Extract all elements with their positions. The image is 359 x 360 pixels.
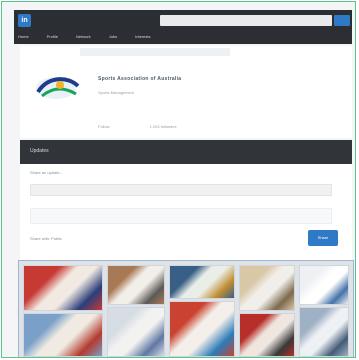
search-button[interactable] xyxy=(334,15,350,26)
nav-link-interests[interactable]: Interests xyxy=(135,34,150,39)
photo-1[interactable] xyxy=(23,265,103,311)
nav-link-jobs[interactable]: Jobs xyxy=(109,34,117,39)
photo-8[interactable] xyxy=(239,313,295,357)
company-profile-card: Sports Association of Australia Sports M… xyxy=(20,46,352,138)
photo-7[interactable] xyxy=(239,265,295,311)
organization-name: Sports Association of Australia xyxy=(98,76,182,82)
top-navigation-bar: in Home Profile Network Jobs Interests xyxy=(14,10,352,44)
nav-link-profile[interactable]: Profile xyxy=(47,34,58,39)
photo-2[interactable] xyxy=(23,313,103,357)
share-visibility-label[interactable]: Share with: Public xyxy=(30,236,62,241)
section-header-bar: Updates xyxy=(20,140,352,164)
nav-link-home[interactable]: Home xyxy=(18,34,29,39)
follow-link[interactable]: Follow xyxy=(98,124,110,129)
photo-3[interactable] xyxy=(107,265,165,305)
profile-tab-strip xyxy=(80,48,230,56)
photo-9[interactable] xyxy=(299,265,349,305)
search-input[interactable] xyxy=(160,15,332,26)
share-button[interactable]: Share xyxy=(308,230,338,246)
share-update-panel: Share an update... Share with: Public Sh… xyxy=(20,164,352,260)
organization-logo-icon xyxy=(36,77,80,99)
organization-meta: Follow 1,204 followers xyxy=(98,124,176,129)
share-update-textarea[interactable] xyxy=(30,208,332,224)
photo-4[interactable] xyxy=(107,307,165,357)
share-update-input[interactable] xyxy=(30,184,332,196)
share-update-label: Share an update... xyxy=(30,170,63,175)
photo-10[interactable] xyxy=(299,307,349,357)
nav-link-network[interactable]: Network xyxy=(76,34,91,39)
section-title: Updates xyxy=(30,148,49,154)
follower-count: 1,204 followers xyxy=(149,124,177,129)
nav-links: Home Profile Network Jobs Interests xyxy=(18,34,150,39)
photo-gallery xyxy=(18,260,354,357)
linkedin-logo-icon[interactable]: in xyxy=(18,14,31,27)
screenshot-frame: in Home Profile Network Jobs Interests S… xyxy=(1,1,356,358)
photo-5[interactable] xyxy=(169,265,235,299)
photo-6[interactable] xyxy=(169,301,235,357)
organization-subtitle: Sports Management xyxy=(98,90,135,95)
